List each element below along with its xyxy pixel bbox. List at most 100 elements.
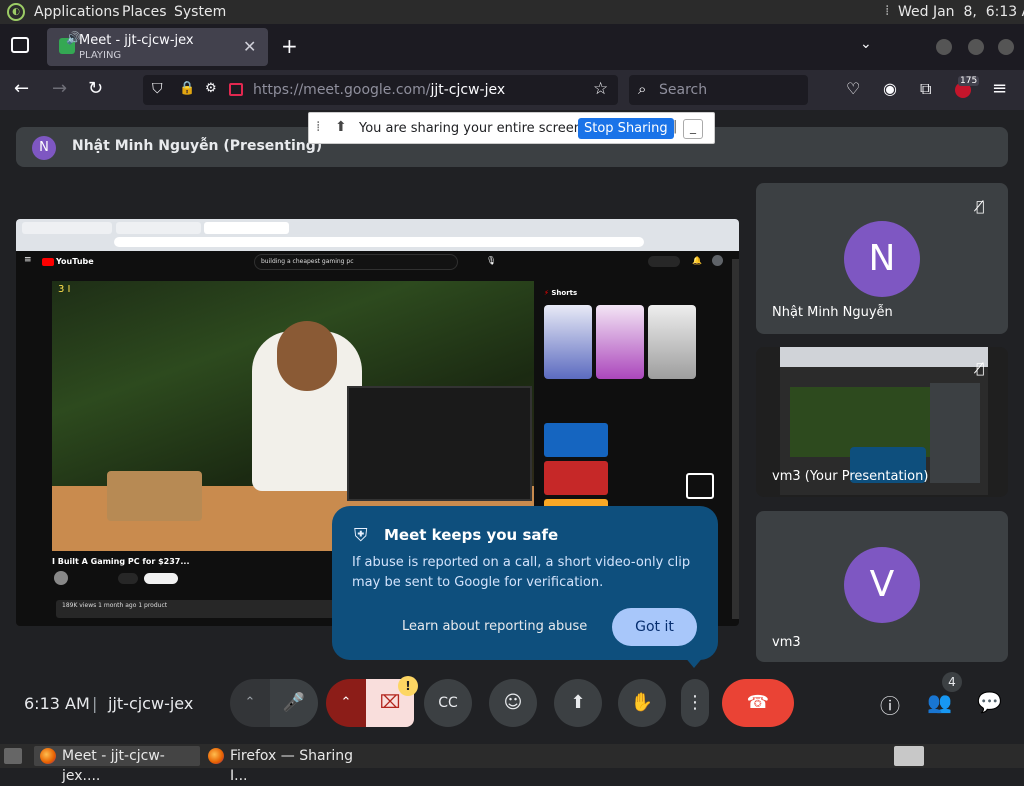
popup-title: Meet keeps you safe xyxy=(384,526,559,544)
leave-call-button[interactable]: ☎ xyxy=(722,679,794,727)
present-screen-button[interactable]: ⬆ xyxy=(554,679,602,727)
short-thumbnail xyxy=(596,305,644,379)
workspace-switcher-icon[interactable] xyxy=(894,746,924,766)
tab-title: Meet - jjt-cjcw-jex xyxy=(79,33,194,48)
panel-divider: ⁞ xyxy=(885,3,890,19)
menu-system[interactable]: System xyxy=(174,4,226,20)
distro-logo-icon[interactable]: ◐ xyxy=(7,3,25,21)
taskbar-item-label: Meet - jjt-cjcw-jex.... xyxy=(62,748,165,784)
minimize-window-icon[interactable] xyxy=(936,39,952,55)
search-icon: ⌕ xyxy=(638,80,647,98)
panel-clock[interactable]: Wed Jan 8, 6:13 AM xyxy=(898,4,1024,20)
more-options-button[interactable]: ⋮ xyxy=(681,679,709,727)
minimize-banner-button[interactable]: _ xyxy=(683,119,703,139)
video-options-chevron-icon[interactable]: ⌃ xyxy=(326,679,366,727)
shield-icon[interactable]: ⛉ xyxy=(152,81,163,97)
address-bar[interactable]: ⛉ 🔒 ⚙ https://meet.google.com/jjt-cjcw-j… xyxy=(143,75,618,105)
short-thumbnail xyxy=(544,305,592,379)
learn-reporting-link[interactable]: Learn about reporting abuse xyxy=(402,619,587,634)
drag-handle-icon[interactable]: ⁞ xyxy=(316,119,320,135)
popup-body: If abuse is reported on a call, a short … xyxy=(352,555,691,590)
search-placeholder: Search xyxy=(659,82,708,98)
firefox-icon xyxy=(40,748,56,764)
audio-options-chevron-icon[interactable]: ⌃ xyxy=(230,679,270,727)
menu-places[interactable]: Places xyxy=(122,4,167,20)
hamburger-menu-icon[interactable]: ≡ xyxy=(992,78,1007,99)
presenter-name: Nhật Minh Nguyễn (Presenting) xyxy=(72,138,323,154)
emoji-reactions-button[interactable]: ☺ xyxy=(489,679,537,727)
account-icon[interactable]: ◉ xyxy=(883,79,897,98)
subscribe-button xyxy=(144,573,178,584)
presented-browser-chrome xyxy=(16,219,739,251)
video-stats: 189K views 1 month ago 1 product xyxy=(56,600,356,618)
bookmark-star-icon[interactable]: ☆ xyxy=(593,79,608,99)
participant-avatar: N xyxy=(844,221,920,297)
forward-arrow-icon[interactable]: → xyxy=(52,78,67,99)
lock-icon[interactable]: 🔒 xyxy=(179,81,195,96)
presented-tab xyxy=(22,222,112,234)
thumbnail-sidebar xyxy=(930,383,980,483)
close-tab-icon[interactable]: ✕ xyxy=(243,37,256,56)
taskbar: Meet - jjt-cjcw-jex.... Firefox — Sharin… xyxy=(0,744,1024,784)
expand-presentation-icon[interactable] xyxy=(686,473,714,499)
short-thumbnail xyxy=(648,305,696,379)
mic-off-icon: 🎙̸ xyxy=(976,199,985,215)
stop-sharing-button[interactable]: Stop Sharing xyxy=(578,118,674,139)
firefox-icon xyxy=(208,748,224,764)
participant-name: vm3 (Your Presentation) xyxy=(772,469,929,484)
new-tab-icon[interactable]: + xyxy=(281,34,298,58)
taskbar-item-sharing[interactable]: Firefox — Sharing I... xyxy=(202,746,372,784)
presented-scrollbar xyxy=(732,259,739,619)
extensions-icon[interactable]: ⧉ xyxy=(920,79,931,99)
participant-tile[interactable]: 🎙̸ N Nhật Minh Nguyễn xyxy=(756,183,1008,334)
permissions-icon[interactable]: ⚙ xyxy=(205,81,217,96)
channel-avatar xyxy=(54,571,68,585)
sharing-message: You are sharing your entire screen. xyxy=(359,121,587,136)
close-window-icon[interactable] xyxy=(998,39,1014,55)
back-arrow-icon[interactable]: ← xyxy=(14,78,29,99)
call-time: 6:13 AM xyxy=(24,694,90,713)
video-caption: 3 I xyxy=(58,284,71,295)
presenter-avatar: N xyxy=(32,136,56,160)
people-icon[interactable]: 👥 xyxy=(927,690,952,714)
meet-stage: N Nhật Minh Nguyễn (Presenting) ⁞ ⬆ You … xyxy=(0,110,1024,744)
shorts-heading: ⚡ Shorts xyxy=(544,289,578,297)
maximize-window-icon[interactable] xyxy=(968,39,984,55)
taskbar-item-label: Firefox — Sharing I... xyxy=(230,748,353,784)
pocket-icon[interactable]: ♡ xyxy=(846,79,860,98)
chat-icon[interactable]: 💬 xyxy=(977,690,1002,714)
tab-list-chevron-down-icon[interactable]: ⌄ xyxy=(860,36,872,52)
tab-strip: 🔊 Meet - jjt-cjcw-jex PLAYING ✕ + ⌄ xyxy=(0,24,1024,70)
mic-button[interactable]: 🎤 xyxy=(270,679,318,727)
got-it-button[interactable]: Got it xyxy=(612,608,697,646)
search-box[interactable]: ⌕ Search xyxy=(629,75,808,105)
meeting-code: jjt-cjcw-jex xyxy=(108,694,194,713)
time-separator: | xyxy=(92,694,98,713)
captions-button[interactable]: CC xyxy=(424,679,472,727)
share-screen-icon: ⬆ xyxy=(335,119,347,135)
youtube-mic-icon: 🎙 xyxy=(486,256,497,265)
banner-divider: | xyxy=(673,119,678,134)
people-count-badge: 4 xyxy=(942,672,962,692)
youtube-logo: YouTube xyxy=(42,257,94,266)
sharing-banner: ⁞ ⬆ You are sharing your entire screen. … xyxy=(308,112,715,144)
call-controls-bar: 6:13 AM | jjt-cjcw-jex ⌃ 🎤 ⌃ ⌧ ! CC ☺ ⬆ … xyxy=(0,654,1024,744)
participant-tile-presentation[interactable]: 🎙̸ vm3 (Your Presentation) xyxy=(756,347,1008,497)
shield-icon: ⛨ xyxy=(354,525,368,546)
reload-icon[interactable]: ↻ xyxy=(88,78,103,99)
menu-applications[interactable]: Applications xyxy=(34,4,120,20)
participant-tile[interactable]: V vm3 xyxy=(756,511,1008,662)
tab-subtitle: PLAYING xyxy=(79,50,122,61)
participant-name: Nhật Minh Nguyễn xyxy=(772,305,893,320)
raise-hand-button[interactable]: ✋ xyxy=(618,679,666,727)
show-desktop-icon[interactable] xyxy=(4,748,22,764)
meeting-details-icon[interactable]: ⓘ xyxy=(880,690,900,719)
related-video-thumbnail xyxy=(544,461,608,495)
youtube-menu-icon: ≡ xyxy=(24,255,32,265)
url-text[interactable]: https://meet.google.com/jjt-cjcw-jex xyxy=(253,82,505,98)
screen-share-indicator-icon[interactable] xyxy=(229,83,243,96)
presented-tab xyxy=(116,222,201,234)
taskbar-item-meet[interactable]: Meet - jjt-cjcw-jex.... xyxy=(34,746,200,784)
tab-meet[interactable]: 🔊 Meet - jjt-cjcw-jex PLAYING ✕ xyxy=(47,28,268,66)
tab-overview-icon[interactable] xyxy=(11,37,29,53)
